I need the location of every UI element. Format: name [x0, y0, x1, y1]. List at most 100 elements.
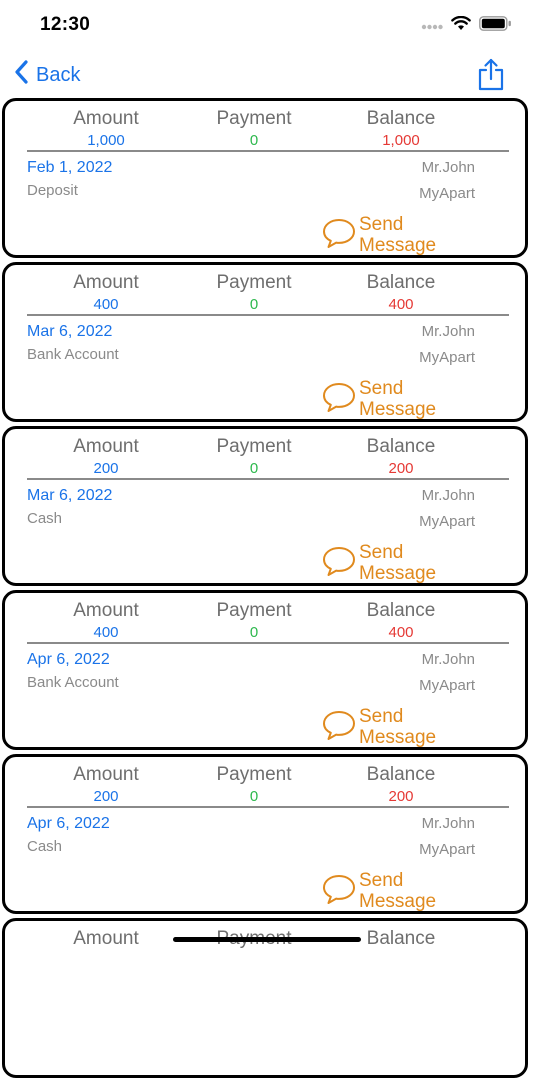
send-message-button[interactable]: Send Message	[321, 542, 454, 584]
amount-header: Amount	[73, 436, 139, 457]
amount-value: 400	[93, 624, 119, 641]
tenant-name: Mr.John	[421, 815, 475, 832]
balance-header: Balance	[366, 764, 436, 785]
tenant-name: Mr.John	[421, 159, 475, 176]
balance-header: Balance	[366, 436, 436, 457]
chevron-left-icon	[14, 60, 28, 90]
property-name: MyApart	[419, 841, 475, 858]
payment-record-card[interactable]: Amount Payment Balance 400 0 400 Mar 6, …	[2, 262, 528, 422]
divider	[27, 150, 509, 152]
tenant-name: Mr.John	[421, 651, 475, 668]
payment-header: Payment	[216, 108, 292, 129]
amount-value: 400	[93, 296, 119, 313]
send-message-button[interactable]: Send Message	[321, 706, 454, 748]
send-message-button[interactable]: Send Message	[321, 214, 454, 256]
cellular-signal-icon	[421, 17, 443, 35]
send-label-line2: Message	[359, 727, 437, 748]
send-label-line1: Send	[359, 542, 404, 563]
send-message-button[interactable]: Send Message	[321, 378, 454, 420]
battery-icon	[479, 16, 512, 36]
navigation-bar: Back	[0, 52, 534, 98]
payment-value: 0	[249, 624, 259, 641]
send-label-line1: Send	[359, 378, 404, 399]
payment-method: Deposit	[27, 182, 78, 199]
back-label: Back	[36, 63, 81, 86]
divider	[27, 806, 509, 808]
payment-value: 0	[249, 132, 259, 149]
divider	[27, 314, 509, 316]
payment-value: 0	[249, 460, 259, 477]
wifi-icon	[451, 15, 471, 36]
amount-header: Amount	[73, 764, 139, 785]
payment-record-card[interactable]: Amount Payment Balance 400 0 400 Apr 6, …	[2, 590, 528, 750]
send-message-label: Send Message	[359, 870, 454, 912]
payment-method: Bank Account	[27, 346, 119, 363]
payment-record-card[interactable]: Amount Payment Balance 1,000 0 1,000 Feb…	[2, 98, 528, 258]
status-time: 12:30	[40, 14, 91, 35]
send-label-line2: Message	[359, 235, 437, 256]
balance-header: Balance	[366, 600, 436, 621]
balance-header: Balance	[366, 108, 436, 129]
payment-method: Bank Account	[27, 674, 119, 691]
amount-header: Amount	[73, 928, 139, 949]
amount-value: 200	[93, 788, 119, 805]
share-icon	[476, 58, 506, 96]
property-name: MyApart	[419, 349, 475, 366]
send-label-line1: Send	[359, 706, 404, 727]
divider	[27, 478, 509, 480]
payment-value: 0	[249, 788, 259, 805]
payment-header: Payment	[216, 436, 292, 457]
payment-header: Payment	[216, 764, 292, 785]
send-label-line2: Message	[359, 399, 437, 420]
amount-header: Amount	[73, 600, 139, 621]
send-message-label: Send Message	[359, 378, 454, 420]
balance-value: 400	[388, 296, 414, 313]
tenant-name: Mr.John	[421, 323, 475, 340]
property-name: MyApart	[419, 185, 475, 202]
amount-header: Amount	[73, 108, 139, 129]
payment-method: Cash	[27, 510, 63, 527]
payment-value: 0	[249, 296, 259, 313]
balance-header: Balance	[366, 272, 436, 293]
property-name: MyApart	[419, 677, 475, 694]
record-date: Mar 6, 2022	[27, 323, 113, 340]
amount-value: 200	[93, 460, 119, 477]
balance-value: 200	[388, 788, 414, 805]
share-button[interactable]	[476, 58, 506, 92]
speech-bubble-icon	[321, 545, 357, 582]
payment-record-card[interactable]: Amount Payment Balance 200 0 200 Apr 6, …	[2, 754, 528, 914]
send-label-line2: Message	[359, 891, 437, 912]
payment-header: Payment	[216, 272, 292, 293]
amount-value: 1,000	[87, 132, 125, 149]
record-date: Apr 6, 2022	[27, 815, 110, 832]
record-date: Feb 1, 2022	[27, 159, 113, 176]
record-date: Mar 6, 2022	[27, 487, 113, 504]
send-message-label: Send Message	[359, 542, 454, 584]
balance-value: 400	[388, 624, 414, 641]
home-indicator	[173, 937, 361, 942]
payment-record-card-partial[interactable]: AmountPaymentBalance	[2, 918, 528, 1078]
speech-bubble-icon	[321, 709, 357, 746]
payment-method: Cash	[27, 838, 63, 855]
status-bar: 12:30	[0, 0, 534, 52]
tenant-name: Mr.John	[421, 487, 475, 504]
speech-bubble-icon	[321, 217, 357, 254]
payment-record-card[interactable]: Amount Payment Balance 200 0 200 Mar 6, …	[2, 426, 528, 586]
balance-value: 1,000	[382, 132, 420, 149]
property-name: MyApart	[419, 513, 475, 530]
balance-value: 200	[388, 460, 414, 477]
send-message-label: Send Message	[359, 706, 454, 748]
speech-bubble-icon	[321, 381, 357, 418]
back-button[interactable]: Back	[14, 60, 80, 90]
send-message-label: Send Message	[359, 214, 454, 256]
send-message-button[interactable]: Send Message	[321, 870, 454, 912]
send-label-line2: Message	[359, 563, 437, 584]
send-label-line1: Send	[359, 214, 404, 235]
status-icons	[421, 15, 512, 36]
amount-header: Amount	[73, 272, 139, 293]
record-date: Apr 6, 2022	[27, 651, 110, 668]
divider	[27, 642, 509, 644]
payment-header: Payment	[216, 600, 292, 621]
send-label-line1: Send	[359, 870, 404, 891]
speech-bubble-icon	[321, 873, 357, 910]
